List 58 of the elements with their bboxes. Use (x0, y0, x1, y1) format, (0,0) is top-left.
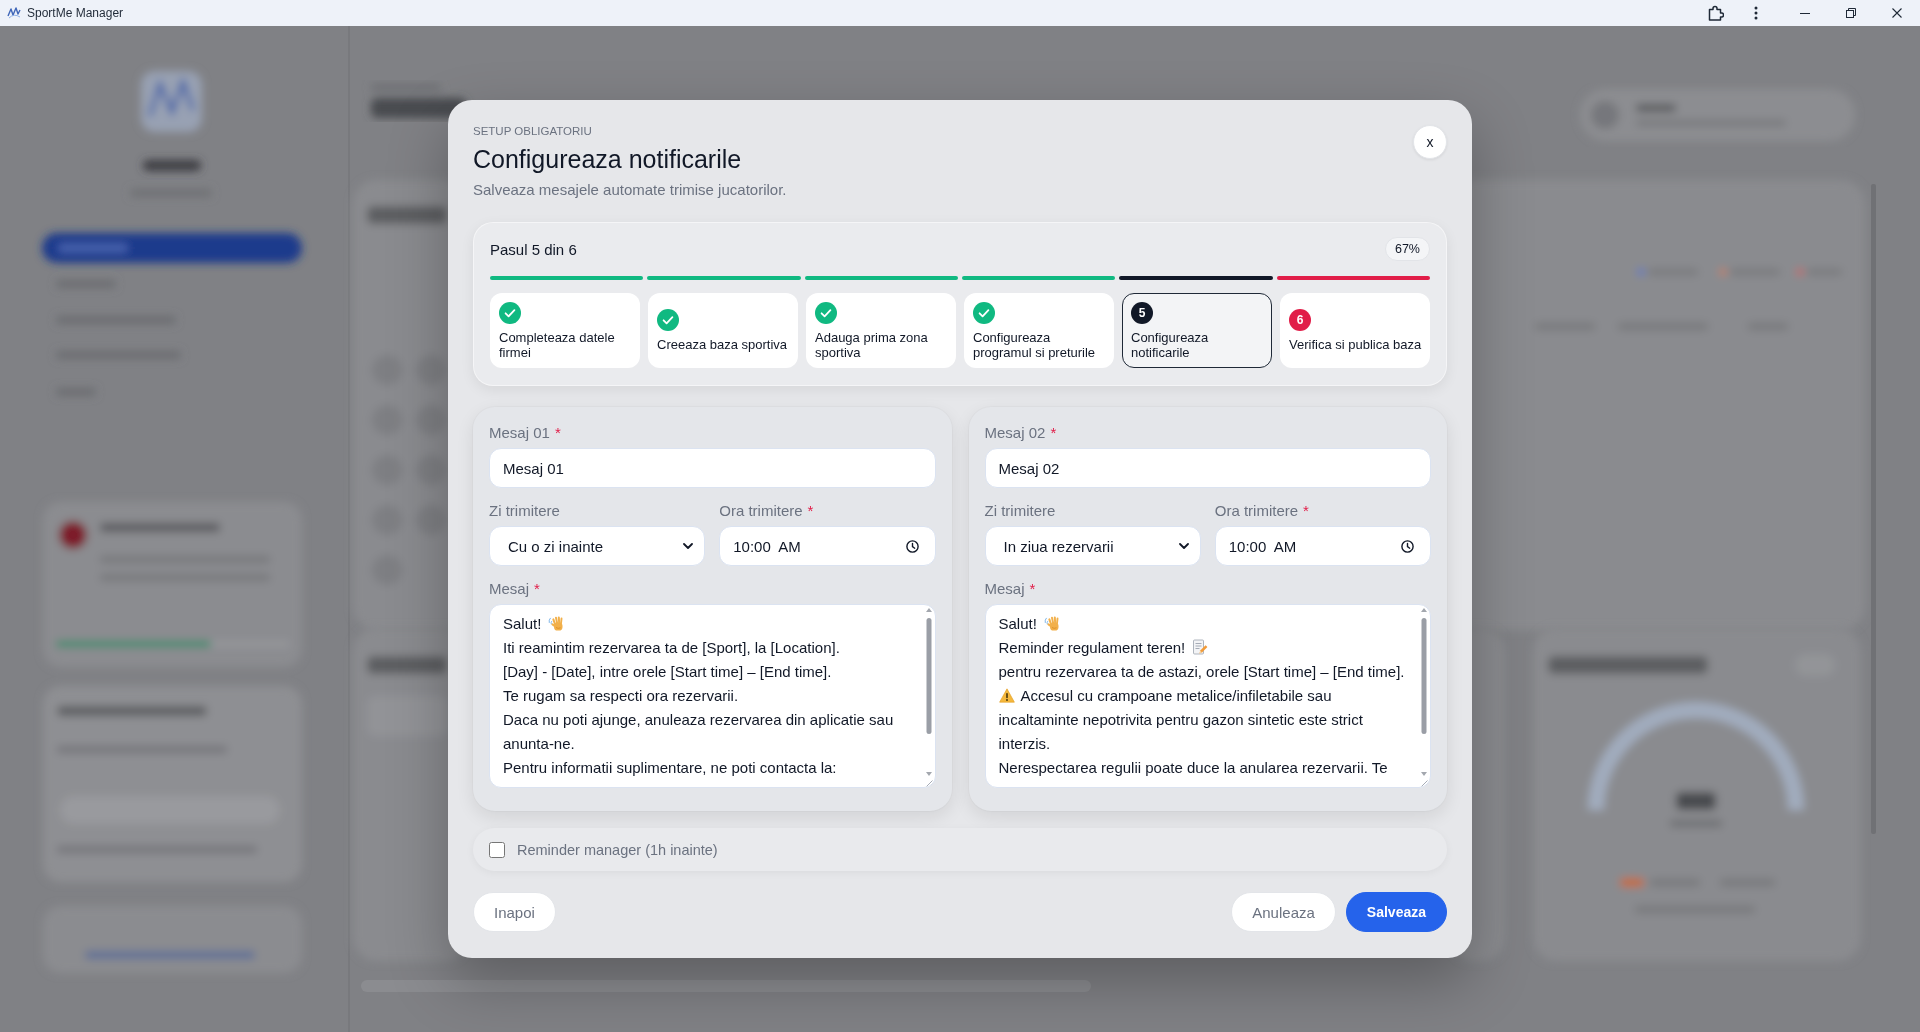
resize-grip-icon[interactable] (1420, 779, 1428, 787)
back-button[interactable]: Inapoi (473, 892, 556, 932)
step-number: 5 (1131, 301, 1153, 324)
field-label: Zi trimitere (489, 502, 560, 520)
scrollbar[interactable] (924, 607, 933, 778)
name-input[interactable]: Mesaj 02 (984, 448, 1431, 488)
warning-icon (998, 688, 1015, 703)
field-label: Zi trimitere (984, 502, 1056, 520)
time-field[interactable]: 10:00 AM (1214, 526, 1431, 566)
close-button[interactable]: x (1413, 125, 1447, 159)
field-label: Mesaj * (984, 580, 1036, 598)
step-label: Configureaza programul si preturile (973, 329, 1097, 360)
chevron-down-icon (1178, 543, 1189, 549)
waving-hand-icon (1043, 615, 1060, 631)
field-label: Mesaj * (489, 580, 540, 598)
cancel-button[interactable]: Anuleaza (1231, 892, 1336, 932)
clock-icon (1401, 539, 1414, 553)
save-button[interactable]: Salveaza (1345, 892, 1447, 932)
message-textarea[interactable]: Salut! Reminder regulament teren! pentru rezervarea ta de astazi, orele [Start time] – [End time]. Accesul cu crampoane metalice/infiletabile sau incaltaminte nepotrivita pentru gazon sintetic este strict interzis. Nerespectarea regulii poate duce la anularea rezervarii. Te (984, 604, 1431, 788)
close-icon (1892, 8, 1902, 18)
modal-subtitle: Salveaza mesajele automate trimise jucatorilor. (473, 180, 787, 200)
progress-percent: 67% (1384, 237, 1430, 261)
field-label: Ora trimitere * (1214, 502, 1309, 520)
step-label: Creeaza baza sportiva (657, 337, 788, 352)
step-label: Adauga prima zona sportiva (815, 329, 929, 360)
resize-grip-icon[interactable] (924, 779, 933, 787)
check-icon (657, 309, 679, 331)
field-label: Mesaj 01 * (489, 424, 561, 442)
chevron-down-icon (683, 543, 694, 549)
step-label: Completeaza datele firmei (499, 329, 616, 360)
app-logo-icon (7, 7, 21, 19)
restore-icon (1846, 8, 1856, 18)
progress-label: Pasul 5 din 6 (490, 240, 577, 258)
modal-title: Configureaza notificarile (473, 144, 742, 174)
modal-eyebrow: SETUP OBLIGATORIU (473, 124, 592, 138)
kebab-icon (1754, 6, 1758, 20)
minimize-icon (1800, 12, 1810, 14)
name-input[interactable]: Mesaj 01 (489, 448, 936, 488)
clock-icon (905, 539, 919, 553)
reminder-label: Reminder manager (1h inainte) (517, 841, 718, 858)
step-number: 6 (1289, 309, 1311, 331)
time-field[interactable]: 10:00 AM (719, 526, 936, 566)
field-label: Ora trimitere * (719, 502, 814, 520)
step-label: Configureaza notificarile (1131, 329, 1210, 360)
scrollbar[interactable] (1420, 607, 1428, 778)
step-label: Verifica si publica baza (1289, 337, 1422, 352)
check-icon (973, 301, 995, 324)
check-icon (815, 301, 837, 324)
waving-hand-icon (548, 615, 565, 631)
field-label: Mesaj 02 * (984, 424, 1057, 442)
window-title: SportMe Manager (27, 6, 124, 20)
reminder-checkbox[interactable] (489, 841, 505, 858)
day-select[interactable]: Cu o zi inainte (489, 526, 706, 566)
memo-icon (1192, 639, 1209, 655)
message-textarea[interactable]: Salut! Iti reamintim rezervarea ta de [Sport], la [Location]. [Day] - [Date], intre orele [Start time] – [End time]. Te rugam sa respecti ora rezervarii. Daca nu poti ajunge, anuleaza rezervarea din aplicatie sau anunta-ne. Pentru informatii suplimentare, ne poti contacta la: (489, 604, 936, 788)
puzzle-icon (1708, 5, 1724, 21)
check-icon (499, 301, 521, 324)
day-select[interactable]: In ziua rezervarii (984, 526, 1201, 566)
